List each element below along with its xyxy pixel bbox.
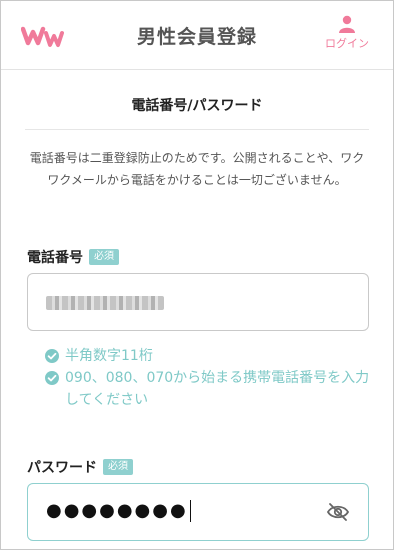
- required-badge: 必須: [103, 459, 133, 475]
- required-badge: 必須: [89, 249, 119, 265]
- login-button[interactable]: ログイン: [319, 15, 375, 51]
- validation-text: 半角数字11桁: [65, 348, 153, 364]
- phone-label: 電話番号: [27, 250, 83, 266]
- check-circle-icon: [45, 349, 59, 363]
- privacy-notice: 電話番号は二重登録防止のためです。公開されることや、ワクワクメールから電話をかけ…: [29, 151, 365, 187]
- divider: [25, 129, 369, 130]
- user-icon: [339, 15, 355, 33]
- registration-screen: 男性会員登録 ログイン 電話番号/パスワード 電話番号は二重登録防止のためです。…: [0, 0, 394, 550]
- login-label: ログイン: [325, 37, 369, 50]
- check-circle-icon: [45, 371, 59, 385]
- section-title: 電話番号/パスワード: [131, 98, 263, 114]
- phone-value-obscured: [46, 296, 164, 310]
- app-header: 男性会員登録 ログイン: [1, 1, 393, 70]
- password-label: パスワード: [27, 460, 97, 476]
- text-cursor: [189, 500, 191, 522]
- phone-validation-list: 半角数字11桁 090、080、070から始まる携帯電話番号を入力してください: [45, 345, 375, 411]
- validation-text: 090、080、070から始まる携帯電話番号を入力してください: [65, 370, 370, 408]
- phone-input[interactable]: [27, 273, 369, 331]
- phone-label-row: 電話番号 必須: [27, 247, 119, 267]
- validation-item: 半角数字11桁: [45, 345, 375, 367]
- validation-item: 090、080、070から始まる携帯電話番号を入力してください: [45, 367, 375, 411]
- password-label-row: パスワード 必須: [27, 457, 133, 477]
- password-value: ●●●●●●●●: [46, 500, 191, 522]
- eye-slash-icon[interactable]: [326, 502, 350, 522]
- password-input[interactable]: ●●●●●●●●: [27, 483, 369, 541]
